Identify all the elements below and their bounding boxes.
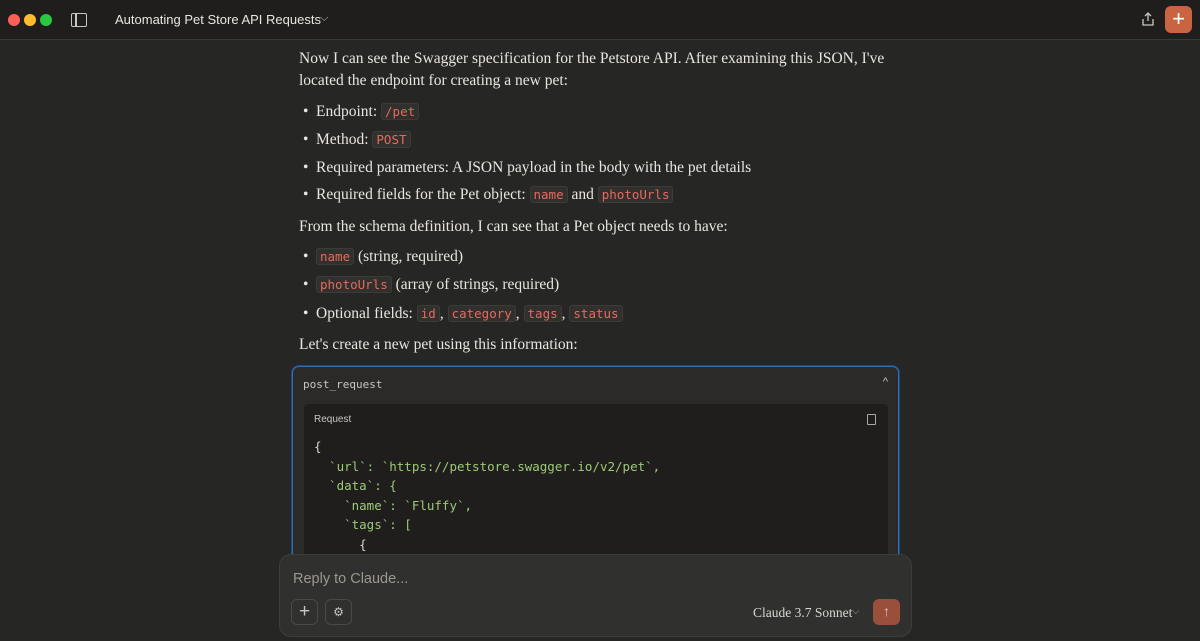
copy-icon[interactable] (867, 414, 876, 425)
request-code: { `url`: `https://petstore.swagger.io/v2… (314, 437, 874, 554)
reply-input[interactable] (291, 567, 795, 591)
inline-code: photoUrls (597, 186, 674, 203)
sidebar-toggle-icon[interactable] (71, 13, 87, 27)
share-icon[interactable] (1140, 11, 1156, 27)
inline-code: name (316, 248, 355, 265)
minimize-window-icon[interactable] (24, 14, 36, 26)
code-line: `url`: `https://petstore.swagger.io/v2/p… (314, 458, 661, 474)
code-line: `data`: { (314, 478, 397, 493)
required-params-text: Required parameters: A JSON payload in t… (316, 159, 752, 176)
code-line: { (314, 536, 367, 552)
tool-name[interactable]: post_request (303, 378, 382, 391)
send-button[interactable]: ↑ (873, 599, 900, 625)
chevron-down-icon[interactable]: ⌵ (320, 12, 328, 25)
inline-code: id (416, 305, 440, 322)
new-chat-button[interactable]: + (1165, 6, 1192, 33)
reply-box: + ⚙ Claude 3.7 Sonnet ⌵ ↑ (279, 554, 912, 637)
conversation-title[interactable]: Automating Pet Store API Requests (115, 12, 321, 27)
inline-code: tags (523, 305, 562, 322)
inline-code: photoUrls (316, 276, 392, 293)
title-bar: Automating Pet Store API Requests ⌵ + (0, 0, 1200, 40)
tool-call-block[interactable]: post_request ^ Request { `url`: `https:/… (292, 366, 899, 566)
settings-icon[interactable]: ⚙ (325, 599, 352, 625)
request-panel: Request { `url`: `https://petstore.swagg… (304, 404, 888, 564)
method-label: Method: (316, 131, 369, 148)
add-attachment-button[interactable]: + (291, 599, 318, 625)
required-fields-label: Required fields for the Pet object: (316, 186, 526, 203)
maximize-window-icon[interactable] (40, 14, 52, 26)
endpoint-code: /pet (381, 103, 420, 120)
code-line: { (314, 439, 322, 454)
inline-code: status (569, 305, 623, 322)
code-line: `name`: `Fluffy`, (314, 497, 473, 513)
inline-code: category (447, 305, 516, 322)
intro-paragraph: Now I can see the Swagger specification … (299, 50, 885, 89)
close-window-icon[interactable] (8, 14, 20, 26)
outro-paragraph: Let's create a new pet using this inform… (299, 336, 578, 353)
chevron-up-icon[interactable]: ^ (883, 376, 888, 388)
endpoint-label: Endpoint: (316, 103, 378, 120)
code-line: `tags`: [ (314, 517, 412, 532)
method-code: POST (372, 131, 411, 148)
model-selector[interactable]: Claude 3.7 Sonnet (753, 605, 852, 621)
schema-paragraph: From the schema definition, I can see th… (299, 218, 728, 235)
chevron-down-icon[interactable]: ⌵ (852, 606, 860, 617)
request-label: Request (314, 414, 352, 425)
inline-code: name (529, 186, 568, 203)
optional-label: Optional fields: (316, 305, 413, 322)
